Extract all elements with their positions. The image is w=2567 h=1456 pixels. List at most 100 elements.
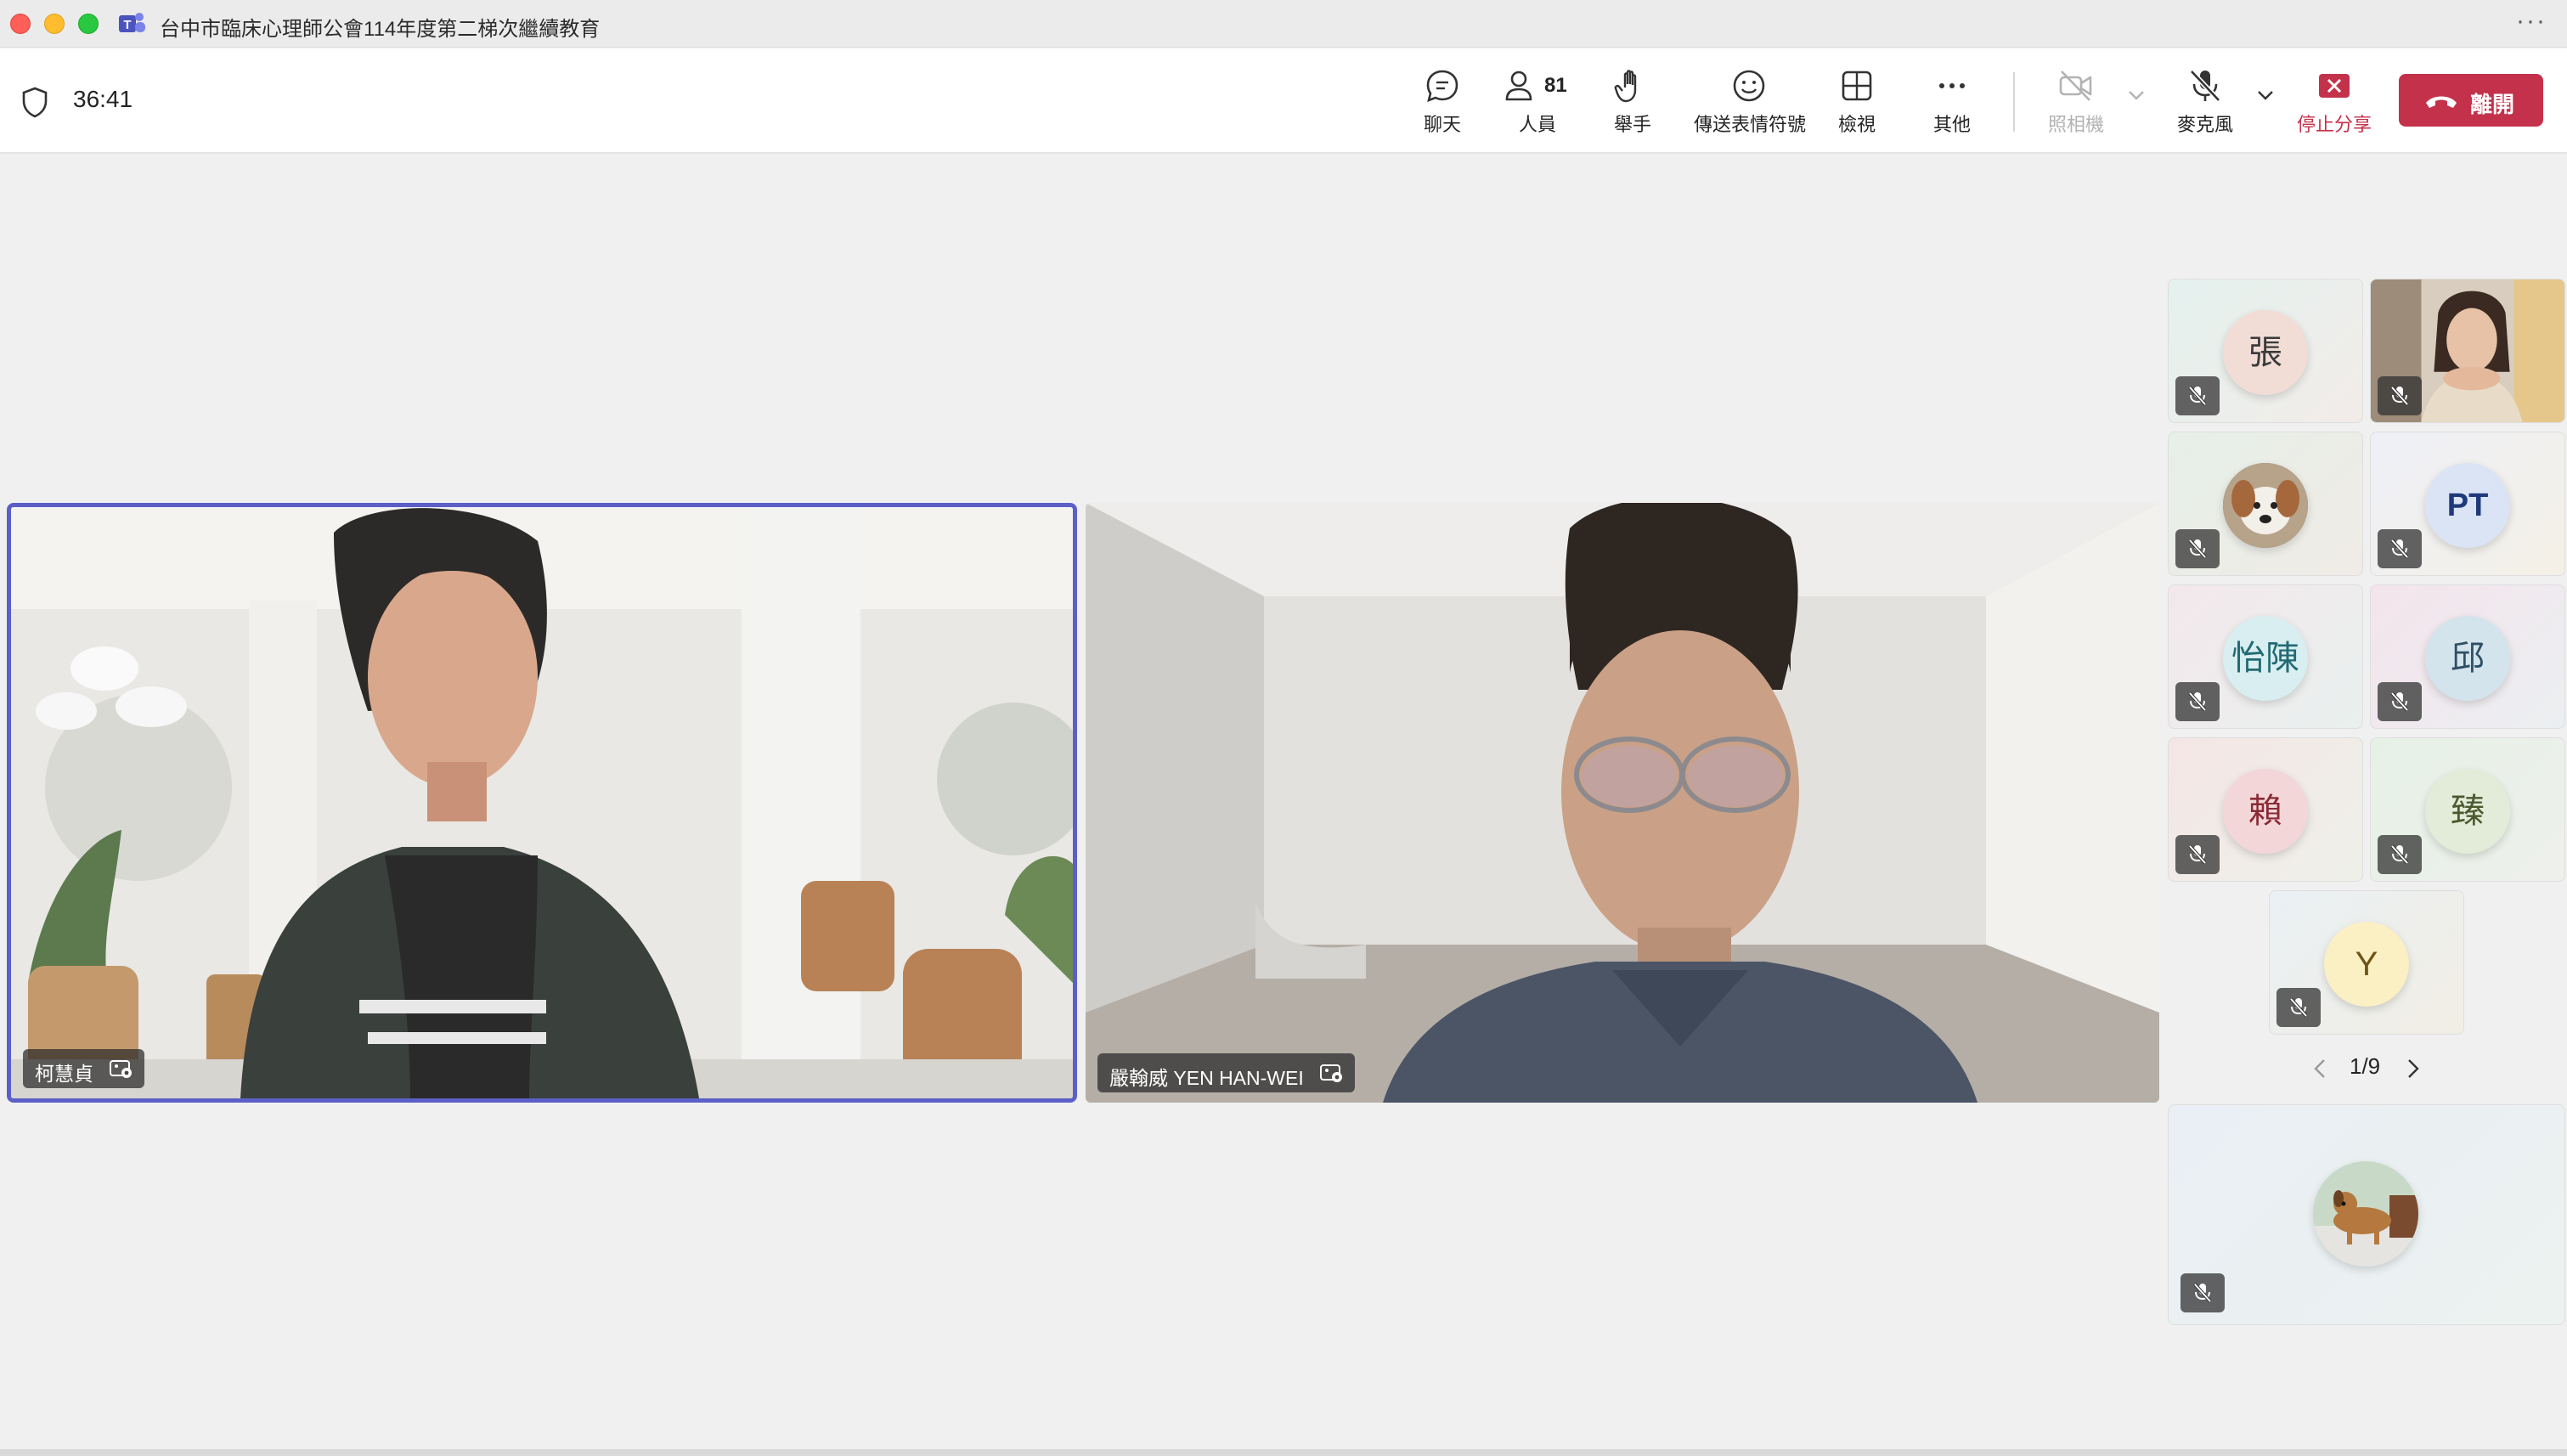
minimize-window-button[interactable]: [44, 14, 65, 34]
camera-options-chevron-icon[interactable]: [2124, 82, 2149, 108]
view-button[interactable]: 檢視: [1806, 67, 1908, 138]
background-effects-icon: [1319, 1064, 1342, 1082]
previous-page-icon[interactable]: [2310, 1057, 2331, 1081]
microphone-button[interactable]: 麥克風: [2154, 67, 2256, 138]
stop-sharing-button[interactable]: 停止分享: [2283, 67, 2385, 138]
chat-label: 聊天: [1423, 114, 1461, 135]
muted-badge: [2175, 529, 2220, 568]
camera-button[interactable]: 照相機: [2025, 67, 2127, 138]
gallery-tile[interactable]: [2168, 432, 2363, 576]
chat-button[interactable]: 聊天: [1391, 67, 1493, 138]
stop-share-icon: [2319, 74, 2350, 98]
more-icon: [1939, 83, 1965, 88]
raise-hand-label: 舉手: [1613, 114, 1651, 135]
gallery-pager: 1/9: [2310, 1053, 2421, 1084]
mic-off-icon: [2188, 386, 2207, 406]
raise-hand-button[interactable]: 舉手: [1582, 67, 1684, 138]
bottom-edge: [0, 1449, 2567, 1456]
maximize-window-button[interactable]: [78, 14, 99, 34]
hand-icon: [1614, 70, 1637, 103]
avatar: 怡陳: [2223, 616, 2308, 701]
page-indicator: 1/9: [2350, 1053, 2381, 1079]
mic-off-icon: [2188, 691, 2207, 712]
participant-name: 柯慧貞: [35, 1063, 93, 1085]
gallery-tile[interactable]: Y: [2269, 890, 2464, 1035]
dog-photo-icon: [2223, 463, 2308, 548]
people-button[interactable]: 81 人員: [1487, 67, 1588, 138]
meeting-toolbar: 36:41 聊天 81 人員 舉手 傳送表情符號 檢視 其他 照相機 麥克風 停…: [0, 48, 2567, 154]
avatar: 邱: [2425, 616, 2510, 701]
mic-off-icon: [2289, 997, 2308, 1018]
chat-icon: [1426, 70, 1458, 103]
window-title: 台中市臨床心理師公會114年度第二梯次繼續教育: [160, 18, 601, 41]
microphone-label: 麥克風: [2176, 114, 2233, 135]
participant-video: [11, 507, 1073, 1098]
gallery-tile[interactable]: 臻: [2370, 737, 2565, 882]
leave-label: 離開: [2470, 92, 2515, 117]
gallery-tile[interactable]: 邱: [2370, 584, 2565, 729]
participant-name-tag: 柯慧貞: [23, 1049, 144, 1088]
avatar: 張: [2223, 310, 2308, 395]
mic-off-icon: [2193, 1283, 2212, 1303]
mic-off-icon: [2390, 539, 2409, 559]
dog-avatar: [2223, 463, 2308, 548]
mic-off-icon: [2390, 386, 2409, 406]
leave-button[interactable]: 離開: [2399, 74, 2543, 127]
window-more-icon[interactable]: ···: [2516, 7, 2547, 36]
avatar: Y: [2324, 922, 2409, 1007]
mic-off-icon: [2189, 69, 2221, 103]
people-count: 81: [1544, 74, 1567, 97]
gallery-tile[interactable]: 賴: [2168, 737, 2363, 882]
dog-photo-icon: [2313, 1161, 2418, 1267]
camera-label: 照相機: [2047, 114, 2104, 135]
close-window-button[interactable]: [10, 14, 31, 34]
dog-avatar: [2313, 1161, 2418, 1267]
teams-logo-icon: T: [119, 13, 145, 32]
avatar: 賴: [2223, 769, 2308, 854]
next-page-icon[interactable]: [2402, 1057, 2423, 1081]
muted-badge: [2378, 376, 2422, 415]
mic-off-icon: [2390, 844, 2409, 865]
participant-name-tag: 嚴翰威 YEN HAN-WEI: [1097, 1053, 1355, 1092]
muted-badge: [2378, 835, 2422, 874]
muted-badge: [2378, 529, 2422, 568]
teams-meeting-window: T 台中市臨床心理師公會114年度第二梯次繼續教育 ··· 36:41 聊天 8…: [0, 0, 2567, 1456]
muted-badge: [2175, 376, 2220, 415]
camera-off-icon: [2059, 71, 2092, 101]
stop-sharing-label: 停止分享: [2296, 114, 2372, 135]
muted-badge: [2175, 835, 2220, 874]
people-label: 人員: [1518, 114, 1556, 135]
avatar: 臻: [2425, 769, 2510, 854]
more-label: 其他: [1932, 114, 1971, 135]
gallery-tile[interactable]: 張: [2168, 279, 2363, 423]
video-tile-participant[interactable]: 嚴翰威 YEN HAN-WEI: [1086, 503, 2159, 1103]
hang-up-icon: [2426, 96, 2457, 108]
more-actions-button[interactable]: 其他: [1901, 67, 2003, 138]
mic-off-icon: [2188, 539, 2207, 559]
toolbar-divider: [2013, 72, 2015, 132]
avatar: PT: [2425, 463, 2510, 548]
microphone-options-chevron-icon[interactable]: [2253, 82, 2278, 108]
muted-badge: [2276, 988, 2321, 1027]
send-reaction-button[interactable]: 傳送表情符號: [1694, 67, 1807, 138]
participant-name: 嚴翰威 YEN HAN-WEI: [1109, 1067, 1304, 1089]
gallery-tile[interactable]: PT: [2370, 432, 2565, 576]
video-tile-speaker[interactable]: 柯慧貞: [7, 503, 1077, 1103]
send-reaction-label: 傳送表情符號: [1694, 114, 1807, 135]
view-label: 檢視: [1837, 114, 1876, 135]
participant-video: [1086, 503, 2159, 1103]
gallery-tile[interactable]: 怡陳: [2168, 584, 2363, 729]
grid-view-icon: [1842, 71, 1872, 101]
mic-off-icon: [2390, 691, 2409, 712]
mic-off-icon: [2188, 844, 2207, 865]
self-view-tile[interactable]: [2168, 1104, 2565, 1325]
gallery-tile-video[interactable]: [2370, 279, 2565, 423]
smiley-icon: [1733, 70, 1765, 102]
shield-icon[interactable]: [20, 86, 49, 118]
meeting-timer: 36:41: [73, 86, 133, 112]
muted-badge: [2378, 682, 2422, 721]
muted-badge: [2181, 1273, 2225, 1312]
title-bar: T 台中市臨床心理師公會114年度第二梯次繼續教育 ···: [0, 0, 2567, 48]
muted-badge: [2175, 682, 2220, 721]
background-effects-icon: [110, 1060, 132, 1078]
